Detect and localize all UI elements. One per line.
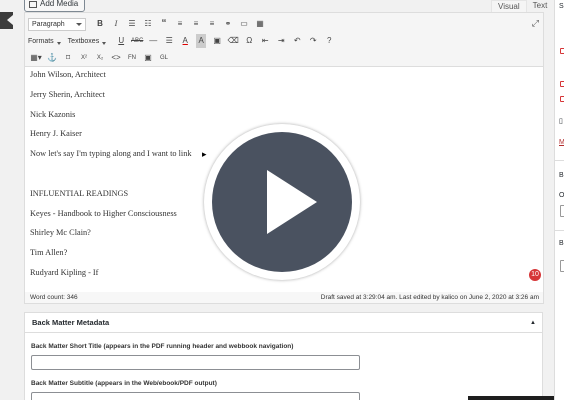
word-count: Word count: 346: [30, 294, 78, 301]
superscript-icon[interactable]: X²: [76, 51, 92, 65]
video-play-button[interactable]: [204, 124, 360, 280]
italic-icon[interactable]: I: [108, 17, 124, 31]
underline-icon[interactable]: U: [113, 34, 129, 48]
read-more-icon[interactable]: ▭: [236, 17, 252, 31]
text-color-icon[interactable]: A: [177, 34, 193, 48]
paste-text-icon[interactable]: ▣: [209, 34, 225, 48]
admin-menu-arrow-icon[interactable]: [0, 12, 13, 29]
media-icon: [29, 0, 37, 8]
notification-badge[interactable]: 10: [529, 269, 541, 281]
toolbar-toggle-icon[interactable]: ▦: [252, 17, 268, 31]
bookmark-icon[interactable]: ⌑: [60, 51, 76, 65]
bold-icon[interactable]: B: [92, 17, 108, 31]
horizontal-line-icon[interactable]: —: [145, 34, 161, 48]
content-line: Jerry Sherin, Architect: [30, 89, 105, 99]
short-title-input[interactable]: [31, 355, 360, 370]
collapse-arrow-icon[interactable]: ▲: [530, 313, 536, 333]
editor-mode-tabs: Visual Text: [491, 0, 553, 12]
sidebar-divider: [555, 160, 564, 161]
editor-status-bar: Word count: 346 Draft saved at 3:29:04 a…: [24, 292, 544, 304]
toolbar-row-2: Formats Textboxes U ABC — ☰ A A ▣ ⌫ Ω ⇤ …: [28, 33, 337, 49]
sidebar-letter: O: [559, 192, 564, 199]
checkbox-icon[interactable]: [560, 81, 564, 87]
blockquote-icon[interactable]: “: [156, 17, 172, 31]
bullet-list-icon[interactable]: ☰: [124, 17, 140, 31]
indent-icon[interactable]: ⇥: [273, 34, 289, 48]
trash-icon[interactable]: ▯: [559, 117, 563, 125]
subtitle-label: Back Matter Subtitle (appears in the Web…: [31, 380, 217, 387]
mouse-cursor-icon: ▸: [202, 149, 207, 159]
help-icon[interactable]: ?: [321, 34, 337, 48]
toolbar-row-1: Paragraph B I ☰ ☷ “ ≡ ≡ ≡ ⚭ ▭ ▦: [28, 16, 268, 32]
subscript-icon[interactable]: X₂: [92, 51, 108, 65]
formats-dropdown[interactable]: Formats: [28, 38, 61, 45]
admin-menu-collapse[interactable]: [0, 0, 13, 40]
anchor-icon[interactable]: ⚓: [44, 51, 60, 65]
add-media-button[interactable]: Add Media: [24, 0, 86, 12]
add-media-label: Add Media: [40, 0, 79, 8]
numbered-list-icon[interactable]: ☷: [140, 17, 156, 31]
sidebar-letter: B: [559, 240, 564, 247]
align-right-icon[interactable]: ≡: [204, 17, 220, 31]
subtitle-input[interactable]: [31, 392, 360, 400]
undo-icon[interactable]: ↶: [289, 34, 305, 48]
outdent-icon[interactable]: ⇤: [257, 34, 273, 48]
short-title-label: Back Matter Short Title (appears in the …: [31, 343, 294, 350]
right-sidebar: S ▯ M B O B: [554, 0, 564, 400]
redo-icon[interactable]: ↷: [305, 34, 321, 48]
clear-formatting-icon[interactable]: ⌫: [225, 34, 241, 48]
code-icon[interactable]: <>: [108, 51, 124, 65]
glossary-button[interactable]: GL: [156, 51, 172, 65]
sidebar-letter: S: [559, 3, 564, 10]
content-line: John Wilson, Architect: [30, 70, 106, 79]
align-center-icon[interactable]: ≡: [188, 17, 204, 31]
justify-icon[interactable]: ☰: [161, 34, 177, 48]
fullscreen-icon[interactable]: ⤢: [532, 18, 539, 29]
draft-saved-status: Draft saved at 3:29:04 am. Last edited b…: [320, 294, 539, 301]
paragraph-format-select[interactable]: Paragraph: [28, 17, 86, 31]
checkbox-icon[interactable]: [560, 96, 564, 102]
footnote-button[interactable]: FN: [124, 51, 140, 65]
back-matter-metadata-box: Back Matter Metadata ▲ Back Matter Short…: [24, 312, 543, 400]
sidebar-select[interactable]: [560, 205, 564, 217]
grid-icon[interactable]: ▣: [140, 51, 156, 65]
sidebar-letter: B: [559, 172, 564, 179]
sidebar-link[interactable]: M: [559, 139, 564, 146]
table-icon[interactable]: ▦▾: [28, 51, 44, 65]
background-color-icon[interactable]: A: [196, 34, 207, 48]
tab-text[interactable]: Text: [527, 0, 554, 12]
special-character-icon[interactable]: Ω: [241, 34, 257, 48]
bottom-overlay-bar: [468, 396, 564, 400]
tab-visual[interactable]: Visual: [491, 0, 527, 12]
metabox-header[interactable]: Back Matter Metadata ▲: [25, 313, 542, 333]
sidebar-divider: [555, 230, 564, 231]
align-left-icon[interactable]: ≡: [172, 17, 188, 31]
editor-screen: Add Media Visual Text Paragraph B I ☰ ☷ …: [0, 0, 564, 400]
play-icon: [267, 170, 317, 234]
textboxes-dropdown[interactable]: Textboxes: [68, 38, 107, 45]
checkbox-icon[interactable]: [560, 48, 564, 54]
toolbar-row-3: ▦▾ ⚓ ⌑ X² X₂ <> FN ▣ GL: [28, 50, 172, 66]
link-icon[interactable]: ⚭: [220, 17, 236, 31]
sidebar-select[interactable]: [560, 260, 564, 272]
editor-toolbar: Paragraph B I ☰ ☷ “ ≡ ≡ ≡ ⚭ ▭ ▦ Formats …: [25, 13, 543, 67]
play-disc: [212, 132, 352, 272]
metabox-title: Back Matter Metadata: [32, 318, 110, 327]
strikethrough-icon[interactable]: ABC: [129, 34, 145, 48]
